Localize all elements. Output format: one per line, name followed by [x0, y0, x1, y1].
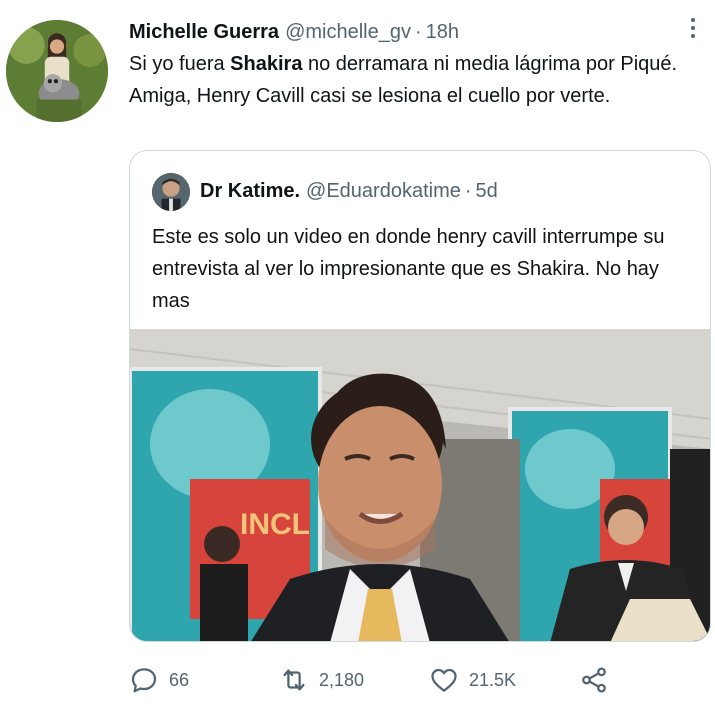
- author-handle[interactable]: @michelle_gv: [285, 21, 411, 43]
- retweet-count: 2,180: [319, 669, 365, 690]
- quoted-tweet-time: 5d: [475, 180, 498, 202]
- separator-dot: ·: [414, 21, 422, 43]
- quoted-avatar-photo: [152, 173, 190, 211]
- share-button[interactable]: [579, 660, 609, 700]
- tweet-actions: 66 2,180 21.5K: [129, 660, 689, 700]
- more-dot: [691, 34, 695, 38]
- reply-count: 66: [169, 669, 190, 690]
- author-name[interactable]: Michelle Guerra: [129, 21, 279, 43]
- retweet-button[interactable]: 2,180: [279, 660, 364, 700]
- tweet-text-part: Si yo fuera: [129, 53, 231, 75]
- video-frame: INCL: [130, 329, 710, 641]
- more-dot: [691, 26, 695, 30]
- tweet-text: Si yo fuera Shakira no derramara ni medi…: [129, 48, 699, 112]
- more-icon[interactable]: [686, 14, 700, 42]
- author-avatar[interactable]: [6, 20, 108, 122]
- avatar-photo: [6, 20, 108, 122]
- tweet-header: Michelle Guerra @michelle_gv · 18h: [129, 18, 459, 46]
- reply-button[interactable]: 66: [129, 660, 189, 700]
- tweet-time[interactable]: 18h: [426, 21, 459, 43]
- heart-icon: [431, 668, 457, 692]
- quoted-tweet-header: Dr Katime. @Eduardokatime · 5d: [200, 177, 498, 205]
- quoted-tweet-text: Este es solo un video en donde henry cav…: [152, 226, 665, 312]
- quoted-author-avatar: [152, 173, 190, 211]
- video-thumbnail[interactable]: INCL: [130, 329, 710, 641]
- svg-text:INCL: INCL: [240, 508, 310, 541]
- quoted-separator-dot: ·: [464, 180, 472, 202]
- like-button[interactable]: 21.5K: [429, 660, 516, 700]
- reply-icon: [131, 668, 157, 693]
- more-dot: [691, 18, 695, 22]
- like-count: 21.5K: [469, 669, 517, 690]
- tweet-text-bold: Shakira: [230, 53, 303, 75]
- share-icon: [582, 667, 606, 693]
- quoted-author-handle: @Eduardokatime: [306, 180, 461, 202]
- quoted-tweet[interactable]: Dr Katime. @Eduardokatime · 5d Este es solo…: [129, 150, 711, 642]
- retweet-icon: [283, 669, 305, 691]
- quoted-author-name: Dr Katime.: [200, 180, 301, 202]
